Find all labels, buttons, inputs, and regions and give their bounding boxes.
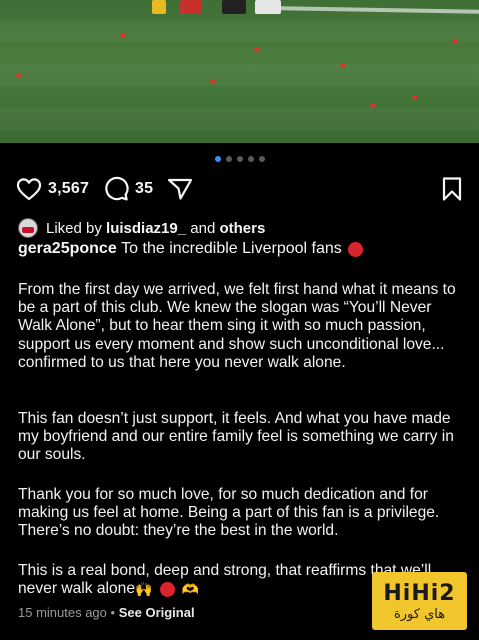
caption-headline: To the incredible Liverpool fans bbox=[121, 240, 342, 257]
bookmark-icon[interactable] bbox=[441, 176, 463, 202]
avatar[interactable] bbox=[18, 218, 38, 238]
pitch-stripe bbox=[0, 20, 479, 42]
caption-emojis: 🙌 🫶 bbox=[135, 581, 199, 598]
action-bar: 3,567 35 bbox=[16, 175, 463, 203]
caption-paragraph-text: This is a real bond, deep and strong, th… bbox=[18, 562, 432, 598]
liked-by-user[interactable]: luisdiaz19_ bbox=[106, 220, 186, 237]
confetti bbox=[452, 40, 458, 43]
confetti bbox=[370, 104, 376, 107]
heart-hands-icon: 🫶 bbox=[181, 581, 199, 598]
red-circle-icon bbox=[347, 241, 363, 257]
confetti bbox=[16, 74, 22, 77]
comments-count[interactable]: 35 bbox=[135, 180, 153, 198]
confetti bbox=[340, 64, 346, 67]
caption-paragraph: Thank you for so much love, for so much … bbox=[18, 486, 440, 540]
heart-icon[interactable] bbox=[16, 177, 42, 201]
player-foot bbox=[152, 0, 166, 14]
caption-header: gera25ponce To the incredible Liverpool … bbox=[18, 240, 463, 258]
player-foot bbox=[255, 0, 281, 14]
player-foot bbox=[180, 0, 202, 14]
comment-icon[interactable] bbox=[103, 176, 129, 202]
liked-by-and: and bbox=[190, 219, 216, 237]
caption-paragraph: This fan doesn’t just support, it feels.… bbox=[18, 410, 454, 464]
comment-button[interactable]: 35 bbox=[103, 176, 153, 202]
caption-paragraph: From the first day we arrived, we felt f… bbox=[18, 281, 456, 371]
carousel-dot-active bbox=[214, 156, 221, 162]
hihi2-logo: HiHi2 هاي كورة bbox=[372, 572, 467, 630]
liked-by-prefix: Liked by bbox=[46, 219, 102, 237]
confetti bbox=[254, 48, 260, 51]
confetti bbox=[210, 80, 216, 83]
carousel-indicator bbox=[0, 156, 479, 162]
logo-brand: HiHi2 bbox=[383, 580, 456, 606]
like-button[interactable]: 3,567 bbox=[16, 177, 89, 201]
caption-username[interactable]: gera25ponce bbox=[18, 240, 117, 258]
carousel-dot bbox=[247, 156, 254, 162]
share-button[interactable] bbox=[167, 177, 193, 201]
carousel-dot bbox=[225, 156, 232, 162]
see-original-link[interactable]: See Original bbox=[119, 605, 195, 620]
liked-by-others[interactable]: others bbox=[219, 220, 265, 237]
post-meta: 15 minutes ago • See Original bbox=[18, 605, 195, 620]
send-icon[interactable] bbox=[167, 177, 193, 201]
pitch-stripe bbox=[0, 64, 479, 86]
meta-separator: • bbox=[110, 605, 116, 620]
raised-hands-icon: 🙌 bbox=[135, 581, 153, 598]
post-time: 15 minutes ago bbox=[18, 605, 107, 620]
save-button[interactable] bbox=[441, 176, 463, 202]
pitch-stripe bbox=[0, 108, 479, 130]
confetti bbox=[120, 34, 126, 37]
confetti bbox=[412, 96, 418, 99]
post-image[interactable] bbox=[0, 0, 479, 143]
liked-by-row[interactable]: Liked by luisdiaz19_ and others bbox=[18, 218, 265, 238]
logo-subtitle: هاي كورة bbox=[393, 606, 446, 622]
carousel-dot bbox=[236, 156, 243, 162]
player-foot bbox=[222, 0, 246, 14]
pitch-line bbox=[279, 6, 479, 14]
carousel-dot bbox=[258, 156, 265, 162]
red-circle-icon bbox=[160, 581, 176, 597]
likes-count[interactable]: 3,567 bbox=[48, 180, 89, 198]
